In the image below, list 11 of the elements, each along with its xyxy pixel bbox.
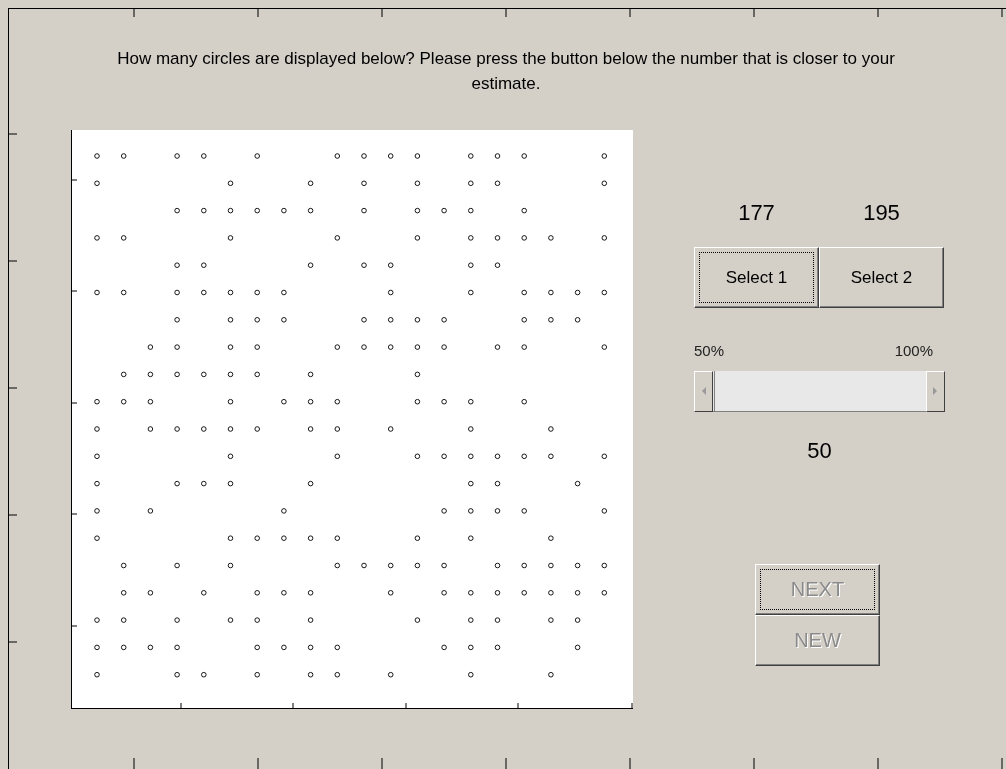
slider-reading: 50 [806,436,833,465]
right-arrow-icon [933,387,938,395]
number-label: 195 [862,199,901,227]
slider[interactable] [694,370,945,412]
number-label: 177 [737,199,776,227]
select-button[interactable]: Select 1 [694,247,819,308]
select-button[interactable]: Select 2 [819,247,944,308]
question-text: How many circles are displayed below? Please press the button below the number that is closer to your estimate. [116,48,896,95]
left-arrow-icon [701,387,706,395]
min-label: 50% [694,341,725,361]
max-label: 100% [894,341,933,361]
